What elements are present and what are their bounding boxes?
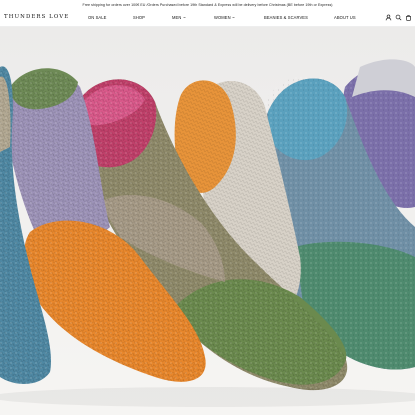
nav-beanies-scarves[interactable]: BEANIES & SCARVES — [264, 15, 308, 20]
nav-about-us[interactable]: ABOUT US — [334, 15, 356, 20]
nav-shop-label: SHOP — [133, 15, 146, 20]
announcement-text: Free shipping for orders over 100€ EU /O… — [82, 2, 333, 7]
chevron-down-icon — [183, 16, 186, 19]
hero-banner[interactable] — [0, 27, 415, 415]
account-icon[interactable] — [385, 14, 392, 21]
nav-women-label: WOMEN — [214, 15, 231, 20]
cart-icon[interactable] — [405, 14, 412, 21]
nav-women[interactable]: WOMEN — [214, 15, 235, 20]
site-header: THUNDERS LOVE ON SALE SHOP MEN WOMEN BEA… — [0, 9, 415, 27]
search-icon[interactable] — [395, 14, 402, 21]
chevron-down-icon — [232, 16, 235, 19]
announcement-bar: Free shipping for orders over 100€ EU /O… — [0, 0, 415, 9]
nav-beanies-label: BEANIES & SCARVES — [264, 15, 308, 20]
nav-men[interactable]: MEN — [172, 15, 186, 20]
hero-socks-image — [0, 27, 415, 415]
nav-on-sale-label: ON SALE — [88, 15, 107, 20]
nav-on-sale[interactable]: ON SALE — [88, 15, 106, 20]
nav-shop[interactable]: SHOP — [133, 15, 145, 20]
nav-about-label: ABOUT US — [334, 15, 356, 20]
logo[interactable]: THUNDERS LOVE — [4, 14, 69, 20]
nav-men-label: MEN — [172, 15, 182, 20]
